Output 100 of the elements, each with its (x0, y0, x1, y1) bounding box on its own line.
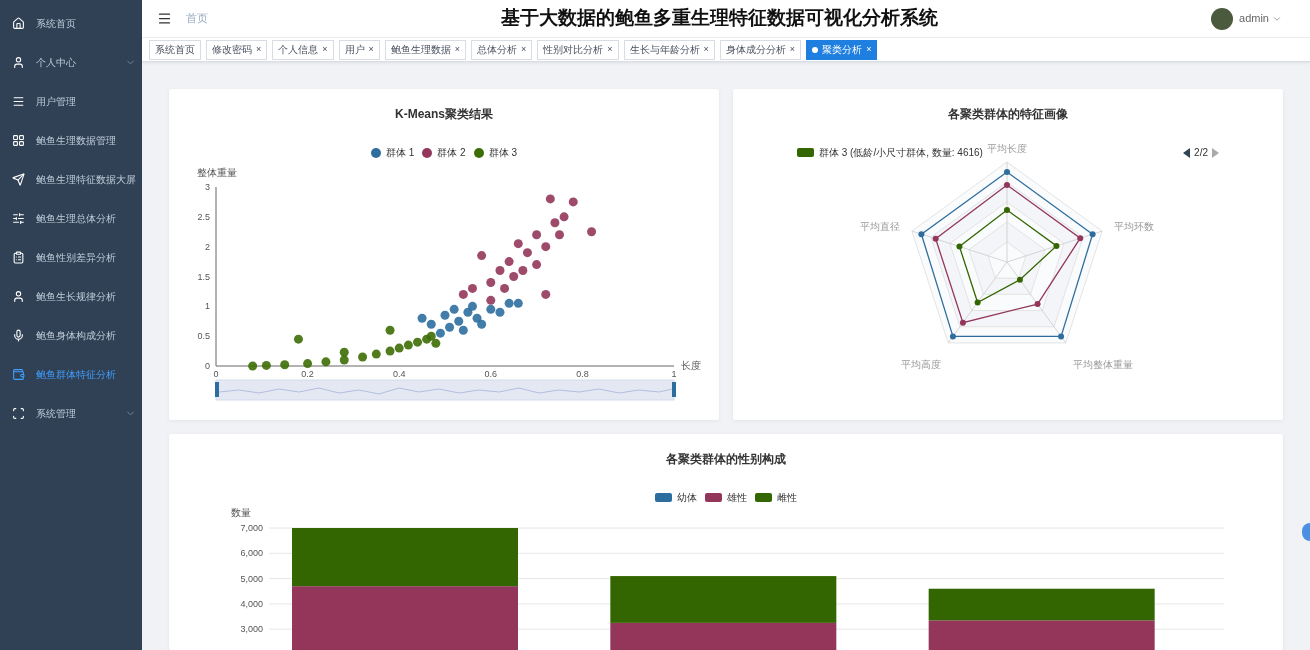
legend-marker-icon[interactable] (371, 147, 381, 158)
menu-item-icon (12, 407, 25, 420)
page-tab[interactable]: 生长与年龄分析 × (623, 39, 715, 60)
legend-label[interactable]: 群体 1 (386, 145, 415, 160)
data-point (431, 338, 441, 348)
menu-item-label: 鲍鱼群体特征分析 (36, 368, 117, 382)
tick-label: 5,000 (240, 573, 263, 584)
next-page-icon[interactable] (1212, 147, 1219, 158)
tick-label: 3 (205, 182, 210, 192)
legend-marker-icon[interactable] (422, 147, 433, 158)
data-point (495, 307, 505, 317)
close-icon[interactable]: × (322, 42, 328, 57)
menu-item-icon (12, 329, 25, 342)
previous-page-icon[interactable] (1183, 147, 1191, 158)
data-point (587, 227, 597, 237)
tab-label: 聚类分析 (822, 43, 863, 57)
close-icon[interactable]: × (607, 42, 613, 57)
page-tab[interactable]: 鲍鱼生理数据 × (384, 39, 467, 60)
data-point (522, 248, 532, 258)
tick-label: 2 (205, 241, 210, 252)
tick-label: 0 (205, 361, 210, 371)
tick-label: 6,000 (240, 548, 263, 559)
page-tab[interactable]: 聚类分析 × (806, 39, 878, 60)
data-point (472, 313, 482, 323)
menu-item[interactable]: 系统管理 (0, 394, 142, 433)
page-indicator: 2/2 (1194, 146, 1208, 160)
data-point (440, 310, 450, 320)
legend-label[interactable]: 群体 3 (低龄/小尺寸群体, 数量: 4616) (819, 145, 983, 160)
tab-label: 总体分析 (477, 43, 518, 57)
data-point (303, 359, 313, 369)
data-point (495, 266, 505, 276)
user-avatar[interactable] (1211, 7, 1234, 30)
page-tab[interactable]: 性别对比分析 × (537, 39, 619, 60)
data-point (426, 319, 436, 329)
tick-label: 0.6 (484, 369, 498, 379)
page-tab[interactable]: 修改密码 × (206, 39, 268, 60)
legend-marker-icon[interactable] (705, 493, 722, 502)
range-slider[interactable] (215, 379, 676, 401)
data-point (477, 251, 487, 261)
menu-item-icon (12, 95, 25, 108)
close-icon[interactable]: × (256, 42, 262, 57)
menu-item[interactable]: 个人中心 (0, 43, 142, 82)
page-tab[interactable]: 用户 × (338, 39, 380, 60)
menu-item-icon (12, 173, 25, 186)
tick-label: 7,000 (240, 523, 263, 533)
user-name[interactable]: admin (1239, 10, 1269, 27)
close-icon[interactable]: × (454, 42, 461, 57)
menu-item[interactable]: 鲍鱼生理特征数据大屏 (0, 160, 142, 199)
tab-label: 性别对比分析 (543, 43, 604, 57)
legend-label[interactable]: 群体 2 (437, 145, 466, 160)
legend-label[interactable]: 幼体 (677, 490, 697, 505)
tab-label: 身体成分分析 (725, 43, 786, 57)
data-point (504, 257, 514, 267)
data-point (280, 360, 290, 370)
close-icon[interactable]: × (368, 42, 374, 57)
data-point (468, 301, 477, 311)
legend-label[interactable]: 群体 3 (488, 145, 517, 160)
data-point (486, 277, 496, 287)
menu-item[interactable]: 鲍鱼身体构成分析 (0, 316, 142, 355)
data-point (385, 346, 395, 356)
page-tab[interactable]: 系统首页 (149, 39, 201, 60)
menu-item-label: 鲍鱼性别差异分析 (36, 251, 117, 265)
menu-item-label: 用户管理 (36, 95, 77, 109)
menu-item[interactable]: 鲍鱼生理数据管理 (0, 121, 142, 160)
tick-label: 3,000 (240, 624, 263, 635)
menu-item-icon (12, 212, 25, 225)
tick-label: 4,000 (240, 598, 263, 609)
close-icon[interactable]: × (703, 42, 709, 57)
tab-label: 系统首页 (155, 43, 195, 57)
axis-title: 数量 (231, 507, 251, 518)
page-tab[interactable]: 身体成分分析 × (719, 39, 802, 60)
data-point (339, 347, 349, 357)
page-tab[interactable]: 个人信息 × (272, 39, 334, 60)
data-point (532, 260, 542, 270)
axis-title: 整体重量 (197, 167, 237, 178)
legend-marker-icon[interactable] (473, 147, 484, 158)
legend-label[interactable]: 雌性 (777, 490, 797, 505)
close-icon[interactable]: × (866, 42, 872, 57)
legend-label[interactable]: 雄性 (727, 490, 747, 505)
legend-marker-icon[interactable] (655, 493, 672, 502)
close-icon[interactable]: × (789, 42, 796, 57)
page-tab[interactable]: 总体分析 × (471, 39, 533, 60)
data-point (541, 289, 551, 299)
data-point (321, 357, 331, 367)
data-point (486, 304, 496, 314)
tick-label: 0.2 (301, 369, 314, 379)
menu-item[interactable]: 用户管理 (0, 82, 142, 121)
axis-label: 平均环数 (1113, 221, 1154, 233)
close-icon[interactable]: × (521, 42, 527, 57)
data-point (449, 304, 459, 314)
legend-marker-icon[interactable] (797, 148, 814, 157)
menu-item[interactable]: 鲍鱼群体特征分析 (0, 355, 142, 394)
legend-marker-icon[interactable] (755, 493, 772, 502)
menu-item[interactable]: 鲍鱼性别差异分析 (0, 238, 142, 277)
menu-item[interactable]: 系统首页 (0, 4, 142, 43)
tick-label: 0.4 (392, 369, 406, 379)
data-point (559, 212, 569, 222)
menu-item[interactable]: 鲍鱼生长规律分析 (0, 277, 142, 316)
menu-item[interactable]: 鲍鱼生理总体分析 (0, 199, 142, 238)
menu-icon[interactable] (157, 11, 172, 26)
